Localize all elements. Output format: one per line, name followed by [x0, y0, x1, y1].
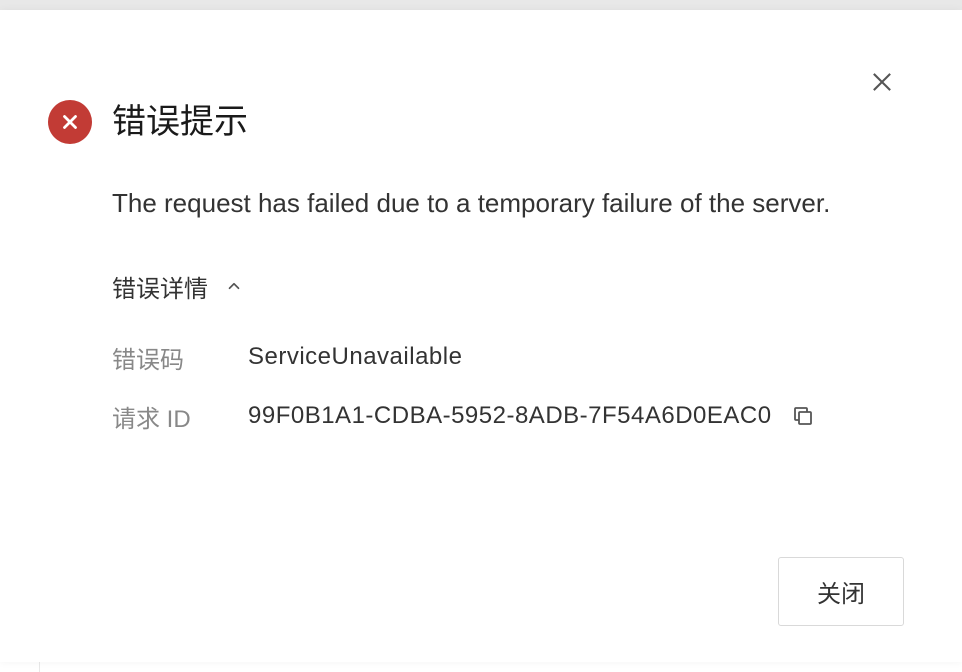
error-code-value: ServiceUnavailable	[248, 343, 914, 371]
error-code-label: 错误码	[112, 340, 248, 375]
close-button[interactable]: 关闭	[778, 557, 904, 626]
error-details-section: 错误码 ServiceUnavailable 请求 ID 99F0B1A1-CD…	[112, 340, 914, 434]
dialog-title: 错误提示	[112, 100, 248, 144]
copy-icon[interactable]	[790, 403, 816, 429]
error-circle-icon	[48, 100, 92, 144]
request-id-label: 请求 ID	[112, 399, 248, 434]
error-details-toggle[interactable]: 错误详情	[112, 269, 914, 304]
request-id-value: 99F0B1A1-CDBA-5952-8ADB-7F54A6D0EAC0	[248, 402, 914, 430]
dialog-footer: 关闭	[778, 557, 904, 626]
dialog-header: 错误提示	[48, 100, 914, 144]
request-id-text: 99F0B1A1-CDBA-5952-8ADB-7F54A6D0EAC0	[248, 402, 772, 430]
error-dialog: 错误提示 The request has failed due to a tem…	[0, 10, 962, 662]
backdrop-bar	[0, 0, 962, 10]
chevron-up-icon	[224, 276, 244, 296]
error-message: The request has failed due to a temporar…	[112, 182, 872, 225]
dialog-close-icon-button[interactable]	[866, 68, 898, 100]
close-icon	[868, 68, 896, 101]
error-code-text: ServiceUnavailable	[248, 343, 462, 371]
error-details-label: 错误详情	[112, 269, 208, 304]
dialog-content: The request has failed due to a temporar…	[112, 182, 914, 434]
